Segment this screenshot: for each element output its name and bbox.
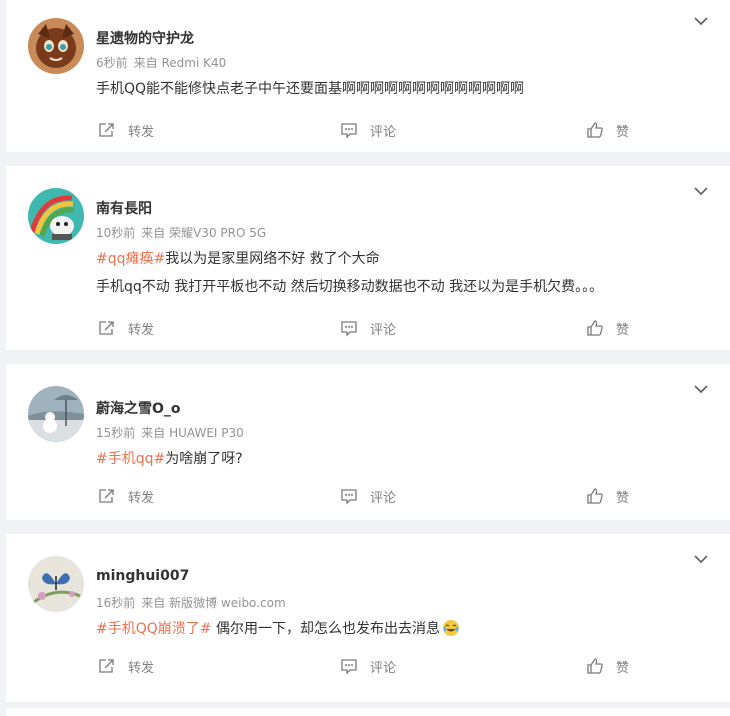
comment-button[interactable]: 评论 (340, 484, 396, 508)
share-icon (99, 489, 114, 503)
post-source: 来自 Redmi K40 (133, 56, 227, 70)
like-button[interactable]: 赞 (586, 484, 629, 508)
post-time[interactable]: 15秒前 (96, 426, 135, 440)
post-time[interactable]: 10秒前 (96, 226, 135, 240)
post-card: minghui007 16秒前 来自 新版微博 weibo.com #手机QQ崩溃… (6, 534, 730, 702)
share-button[interactable]: 转发 (98, 118, 154, 142)
topic-link[interactable]: #手机QQ崩溃了# (96, 621, 212, 637)
share-icon (99, 123, 114, 137)
like-label: 赞 (616, 490, 630, 506)
comment-icon (341, 659, 357, 675)
post-meta: 15秒前 来自 HUAWEI P30 (96, 424, 244, 441)
topic-link[interactable]: #qq瘫痪# (96, 251, 165, 267)
post-actions: 转发 评论 赞 (6, 654, 730, 678)
comment-label: 评论 (370, 490, 397, 506)
post-actions: 转发 评论 赞 (6, 484, 730, 508)
post-text: #手机QQ崩溃了# 偶尔用一下，却怎么也发布出去消息 (96, 618, 460, 638)
post-card-partial (6, 708, 730, 716)
like-button[interactable]: 赞 (586, 118, 629, 142)
user-name[interactable]: 南有長阳 (96, 198, 152, 218)
fox-cartoon-avatar-icon (28, 18, 84, 74)
comment-icon (341, 321, 357, 337)
thumbs-up-icon (587, 122, 603, 138)
share-button[interactable]: 转发 (98, 316, 154, 340)
post-card: 星遗物的守护龙 6秒前 来自 Redmi K40 手机QQ能不能修快点老子中午还要… (6, 0, 730, 152)
comment-icon (341, 123, 357, 139)
snow-scene-avatar-icon (28, 386, 84, 442)
thumbs-up-icon (587, 658, 603, 674)
like-button[interactable]: 赞 (586, 316, 629, 340)
thumbs-up-icon (587, 320, 603, 336)
comment-label: 评论 (370, 660, 397, 676)
share-button[interactable]: 转发 (98, 654, 154, 678)
post-meta: 6秒前 来自 Redmi K40 (96, 54, 226, 71)
post-source: 来自 荣耀V30 PRO 5G (141, 226, 267, 240)
post-text-body: 我以为是家里网络不好 救了个大命 (165, 251, 380, 267)
chevron-down-icon[interactable] (694, 384, 708, 394)
share-icon (99, 659, 114, 673)
chevron-down-icon[interactable] (694, 554, 708, 564)
share-label: 转发 (128, 660, 155, 676)
chevron-down-icon[interactable] (694, 186, 708, 196)
comment-label: 评论 (370, 322, 397, 338)
post-time[interactable]: 16秒前 (96, 596, 135, 610)
weibo-feed: 星遗物的守护龙 6秒前 来自 Redmi K40 手机QQ能不能修快点老子中午还要… (0, 0, 730, 716)
post-text-body: 为啥崩了呀? (165, 451, 243, 467)
post-text: #手机qq#为啥崩了呀? (96, 448, 243, 468)
share-label: 转发 (128, 322, 155, 338)
share-icon (99, 321, 114, 335)
avatar[interactable] (28, 188, 84, 244)
butterfly-avatar-icon (28, 556, 84, 612)
post-time[interactable]: 6秒前 (96, 56, 128, 70)
like-label: 赞 (616, 124, 630, 140)
share-label: 转发 (128, 490, 155, 506)
rainbow-cartoon-avatar-icon (28, 188, 84, 244)
comment-button[interactable]: 评论 (340, 654, 396, 678)
share-label: 转发 (128, 124, 155, 140)
like-button[interactable]: 赞 (586, 654, 629, 678)
user-name[interactable]: 星遗物的守护龙 (96, 28, 194, 48)
post-card: 南有長阳 10秒前 来自 荣耀V30 PRO 5G #qq瘫痪#我以为是家里网络不… (6, 166, 730, 350)
post-actions: 转发 评论 赞 (6, 316, 730, 340)
like-label: 赞 (616, 660, 630, 676)
share-button[interactable]: 转发 (98, 484, 154, 508)
user-name[interactable]: minghui007 (96, 568, 189, 584)
post-card: 蔚海之雪O_o 15秒前 来自 HUAWEI P30 #手机qq#为啥崩了呀? 转… (6, 364, 730, 520)
post-source: 来自 HUAWEI P30 (141, 426, 244, 440)
like-label: 赞 (616, 322, 630, 338)
post-text-line-2: 手机qq不动 我打开平板也不动 然后切换移动数据也不动 我还以为是手机欠费。。。 (96, 279, 604, 295)
comment-button[interactable]: 评论 (340, 316, 396, 340)
post-text: #qq瘫痪#我以为是家里网络不好 救了个大命 (96, 248, 380, 268)
chevron-down-icon[interactable] (694, 16, 708, 26)
avatar[interactable] (28, 556, 84, 612)
user-name[interactable]: 蔚海之雪O_o (96, 398, 181, 418)
comment-icon (341, 489, 357, 505)
post-text: 手机QQ能不能修快点老子中午还要面基啊啊啊啊啊啊啊啊啊啊啊啊啊 (96, 81, 525, 97)
post-actions: 转发 评论 赞 (6, 118, 730, 142)
laugh-cry-emoji-icon (442, 620, 459, 636)
post-text-body: 偶尔用一下，却怎么也发布出去消息 (211, 621, 440, 637)
avatar[interactable] (28, 386, 84, 442)
topic-link[interactable]: #手机qq# (96, 451, 165, 467)
thumbs-up-icon (587, 488, 603, 504)
avatar[interactable] (28, 18, 84, 74)
comment-button[interactable]: 评论 (340, 118, 396, 142)
post-meta: 10秒前 来自 荣耀V30 PRO 5G (96, 224, 266, 241)
post-source: 来自 新版微博 weibo.com (141, 596, 286, 610)
comment-label: 评论 (370, 124, 397, 140)
post-meta: 16秒前 来自 新版微博 weibo.com (96, 594, 286, 611)
